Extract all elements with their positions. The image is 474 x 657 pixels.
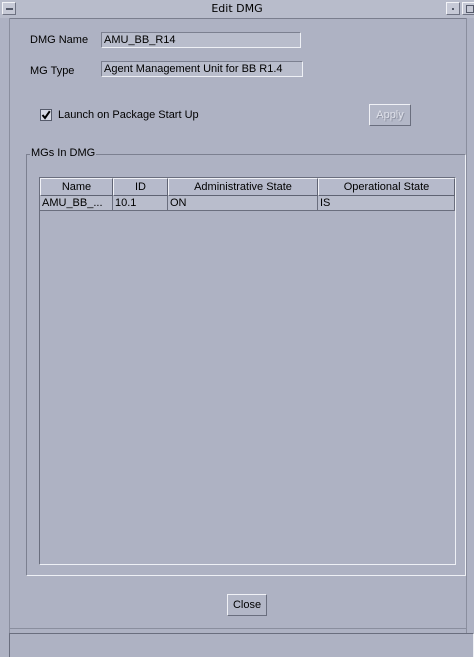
- maximize-button[interactable]: [462, 2, 474, 15]
- status-bar: [9, 633, 474, 657]
- dmg-name-label: DMG Name: [30, 34, 89, 46]
- table-header: Name ID Administrative State Operational…: [40, 178, 455, 196]
- window-left-border: [0, 18, 10, 640]
- apply-button[interactable]: Apply: [369, 104, 411, 126]
- minimize-button[interactable]: [446, 2, 460, 15]
- mg-type-label: MG Type: [30, 65, 75, 77]
- edit-dmg-window: Edit DMG DMG Name AMU_BB_R14 MG Type Age…: [0, 0, 474, 657]
- window-right-border: [466, 18, 474, 640]
- footer-divider: [9, 628, 466, 629]
- column-header-administrative-state[interactable]: Administrative State: [168, 178, 318, 196]
- mg-type-field[interactable]: Agent Management Unit for BB R1.4: [101, 61, 303, 77]
- cell-id: 10.1: [113, 196, 168, 211]
- launch-on-startup-checkbox[interactable]: [40, 109, 52, 121]
- cell-operational-state: IS: [318, 196, 455, 211]
- check-mark-icon: [41, 110, 51, 120]
- mgs-in-dmg-title: MGs In DMG: [30, 147, 97, 159]
- launch-on-startup-label: Launch on Package Start Up: [58, 109, 199, 121]
- table-row[interactable]: AMU_BB_... 10.1 ON IS: [40, 196, 455, 211]
- dmg-name-field[interactable]: AMU_BB_R14: [101, 32, 301, 48]
- column-header-id[interactable]: ID: [113, 178, 168, 196]
- mgs-table[interactable]: Name ID Administrative State Operational…: [39, 177, 456, 565]
- column-header-name[interactable]: Name: [40, 178, 113, 196]
- column-header-operational-state[interactable]: Operational State: [318, 178, 455, 196]
- window-title: Edit DMG: [211, 2, 263, 15]
- close-button[interactable]: Close: [227, 594, 267, 616]
- cell-name: AMU_BB_...: [40, 196, 113, 211]
- title-bar[interactable]: Edit DMG: [0, 0, 474, 19]
- cell-administrative-state: ON: [168, 196, 318, 211]
